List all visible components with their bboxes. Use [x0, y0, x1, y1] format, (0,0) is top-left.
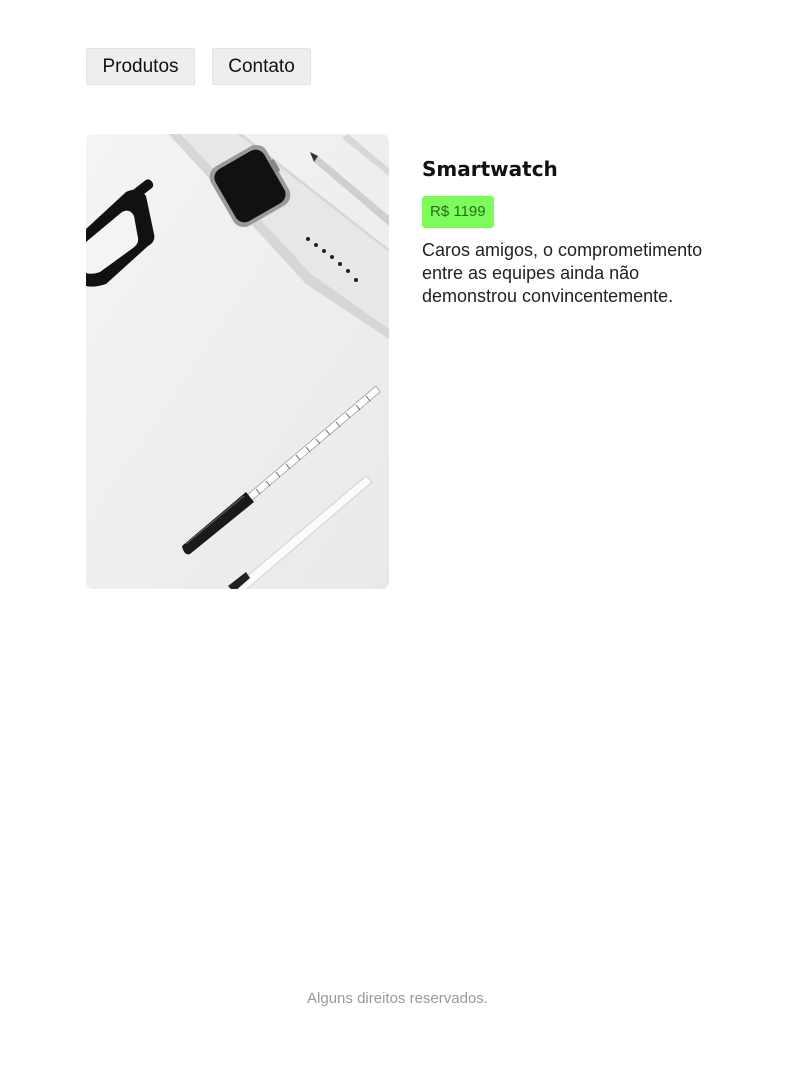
- nav-button-contato[interactable]: Contato: [212, 48, 311, 85]
- product-description: Caros amigos, o comprometimento entre as…: [422, 240, 703, 306]
- price-badge: R$ 1199: [422, 196, 494, 228]
- product-title: Smartwatch: [422, 157, 558, 181]
- product-info: Smartwatch R$ 1199 Caros amigos, o compr…: [422, 156, 752, 308]
- nav-button-produtos[interactable]: Produtos: [86, 48, 195, 85]
- product-image: [86, 134, 389, 589]
- footer-text: Alguns direitos reservados.: [307, 990, 488, 1007]
- main-nav: Produtos Contato: [86, 48, 311, 85]
